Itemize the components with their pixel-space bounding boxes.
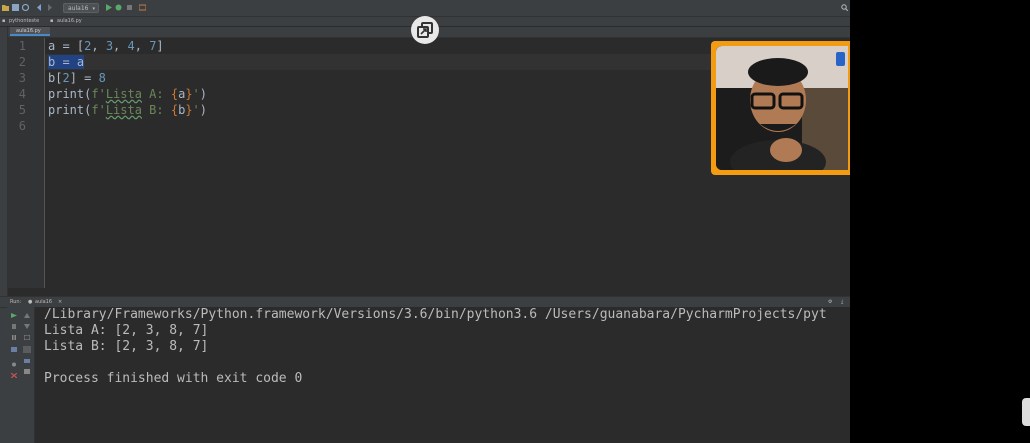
- code-line-3[interactable]: b[2] = 8: [48, 70, 106, 86]
- console-line: Lista B: [2, 3, 8, 7]: [44, 339, 209, 354]
- code-string: ': [192, 87, 200, 101]
- soft-wrap-icon[interactable]: [24, 335, 30, 340]
- popout-button[interactable]: [411, 16, 439, 44]
- code-brace: {: [170, 87, 179, 101]
- python-icon: ●: [28, 299, 33, 305]
- popout-icon: [417, 22, 433, 38]
- code-token: ): [199, 87, 208, 101]
- console-line: Process finished with exit code 0: [44, 371, 303, 386]
- print-icon[interactable]: [24, 358, 30, 363]
- pycharm-window: aula16 ▾ ▪ pythonteste ▪ aula16.py aula1…: [0, 0, 850, 443]
- webcam-overlay: [711, 41, 850, 175]
- code-selection: b = a: [48, 55, 85, 69]
- pin-icon[interactable]: [11, 362, 17, 367]
- code-token: ,: [91, 39, 106, 53]
- code-token: ): [199, 103, 208, 117]
- code-number: 2: [62, 71, 70, 85]
- line-number: 3: [18, 71, 26, 85]
- console-line: Lista A: [2, 3, 8, 7]: [44, 323, 209, 338]
- clear-all-icon[interactable]: [24, 369, 30, 374]
- search-icon[interactable]: [841, 4, 848, 11]
- line-number: 6: [18, 119, 26, 133]
- run-tab-label[interactable]: aula16: [35, 297, 52, 307]
- pause-icon[interactable]: [11, 335, 17, 340]
- code-token: ] =: [69, 71, 99, 85]
- code-number: 3: [105, 39, 114, 53]
- scroll-to-end-icon[interactable]: [23, 346, 31, 353]
- code-line-2[interactable]: b = a: [48, 54, 85, 70]
- code-token: a = [: [48, 39, 85, 53]
- run-icon[interactable]: [105, 4, 112, 11]
- code-string-typo: Lista: [105, 103, 142, 117]
- console-line: /Library/Frameworks/Python.framework/Ver…: [44, 307, 827, 322]
- code-token: ,: [134, 39, 150, 53]
- run-header-label: Run:: [10, 299, 22, 305]
- debug-icon[interactable]: [115, 4, 122, 11]
- code-brace: }: [185, 87, 193, 101]
- code-line-5[interactable]: print(f'Lista B: {b}'): [48, 102, 207, 118]
- code-string: f': [91, 103, 106, 117]
- vcs-icon[interactable]: [139, 4, 146, 11]
- run-toolbar-right: [20, 307, 35, 443]
- run-config-label: aula16: [68, 5, 89, 12]
- code-string: A:: [141, 87, 171, 101]
- code-line-4[interactable]: print(f'Lista A: {a}'): [48, 86, 207, 102]
- line-number: 5: [18, 103, 26, 117]
- close-icon[interactable]: [11, 373, 17, 378]
- line-number-gutter: 1 2 3 4 5 6: [8, 38, 45, 288]
- code-string: f': [91, 87, 106, 101]
- code-token: print(: [48, 87, 92, 101]
- main-toolbar: aula16 ▾: [0, 0, 850, 17]
- back-icon[interactable]: [36, 4, 43, 11]
- tab-label: aula16.py: [16, 28, 41, 34]
- chevron-down-icon: ▾: [92, 6, 95, 12]
- run-config-dropdown[interactable]: aula16 ▾: [63, 3, 99, 13]
- line-number: 1: [18, 39, 26, 53]
- code-string-typo: Lista: [105, 87, 142, 101]
- line-number: 2: [18, 55, 26, 69]
- code-token: ]: [156, 39, 164, 53]
- rerun-icon[interactable]: [11, 313, 17, 318]
- code-token: ,: [113, 39, 128, 53]
- gear-icon[interactable]: ⚙: [828, 297, 832, 307]
- stop-icon[interactable]: [11, 324, 17, 329]
- save-icon[interactable]: [12, 4, 19, 11]
- python-file-icon: ▪: [50, 18, 54, 24]
- hide-icon[interactable]: ⤓: [841, 297, 843, 307]
- code-string: ': [192, 103, 200, 117]
- overlay-badge: [836, 52, 845, 66]
- close-icon[interactable]: ×: [58, 297, 62, 307]
- code-string: B:: [141, 103, 171, 117]
- breadcrumb-project[interactable]: pythonteste: [9, 17, 39, 26]
- line-number: 4: [18, 87, 26, 101]
- scroll-handle[interactable]: [1022, 398, 1030, 426]
- arrow-down-icon[interactable]: [24, 324, 30, 329]
- code-brace: }: [185, 103, 193, 117]
- tab-aula16[interactable]: aula16.py: [10, 27, 50, 36]
- arrow-up-icon[interactable]: [24, 313, 30, 318]
- code-token: print(: [48, 103, 92, 117]
- presenter-video: [716, 46, 848, 170]
- sync-icon[interactable]: [22, 4, 29, 11]
- code-token: b[: [48, 71, 63, 85]
- dump-threads-icon[interactable]: [11, 347, 17, 352]
- code-number: 4: [127, 39, 135, 53]
- run-toolbar-left: [7, 307, 20, 443]
- code-line-1[interactable]: a = [2, 3, 4, 7]: [48, 38, 164, 54]
- open-folder-icon[interactable]: [2, 4, 9, 11]
- code-number: 8: [98, 71, 106, 85]
- run-console[interactable]: /Library/Frameworks/Python.framework/Ver…: [35, 307, 850, 443]
- folder-icon: ▪: [2, 18, 6, 24]
- forward-icon[interactable]: [46, 4, 53, 11]
- stop-icon[interactable]: [126, 4, 133, 11]
- breadcrumb-file[interactable]: aula16.py: [57, 17, 82, 26]
- presenter-image: [716, 46, 848, 170]
- code-brace: {: [170, 103, 179, 117]
